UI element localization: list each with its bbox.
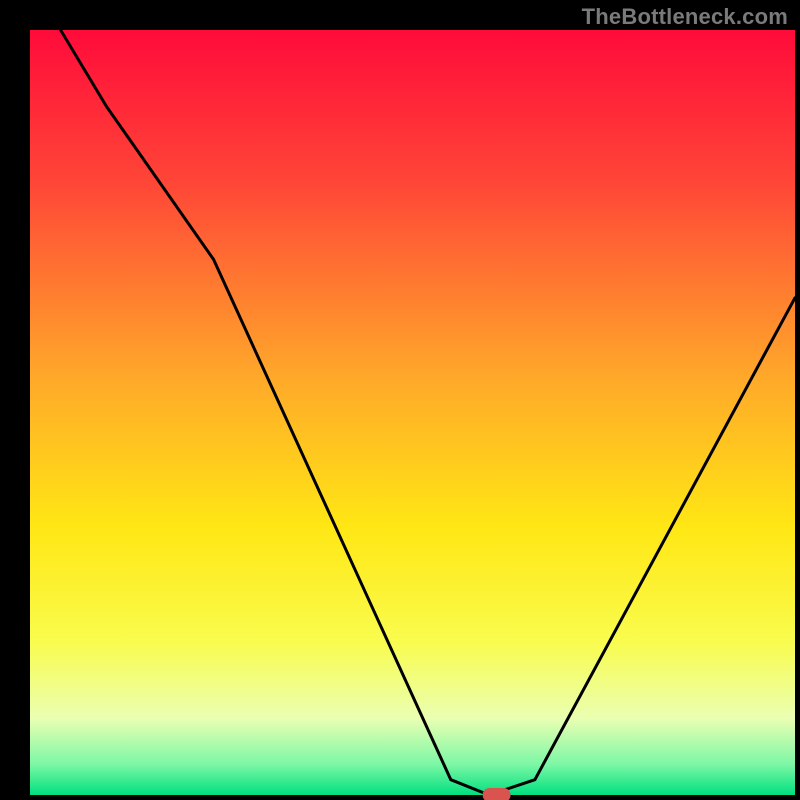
chart-gradient-bg [30, 30, 795, 795]
bottleneck-chart [0, 0, 800, 800]
chart-container: TheBottleneck.com [0, 0, 800, 800]
watermark-label: TheBottleneck.com [582, 4, 788, 30]
optimal-marker [483, 788, 511, 800]
